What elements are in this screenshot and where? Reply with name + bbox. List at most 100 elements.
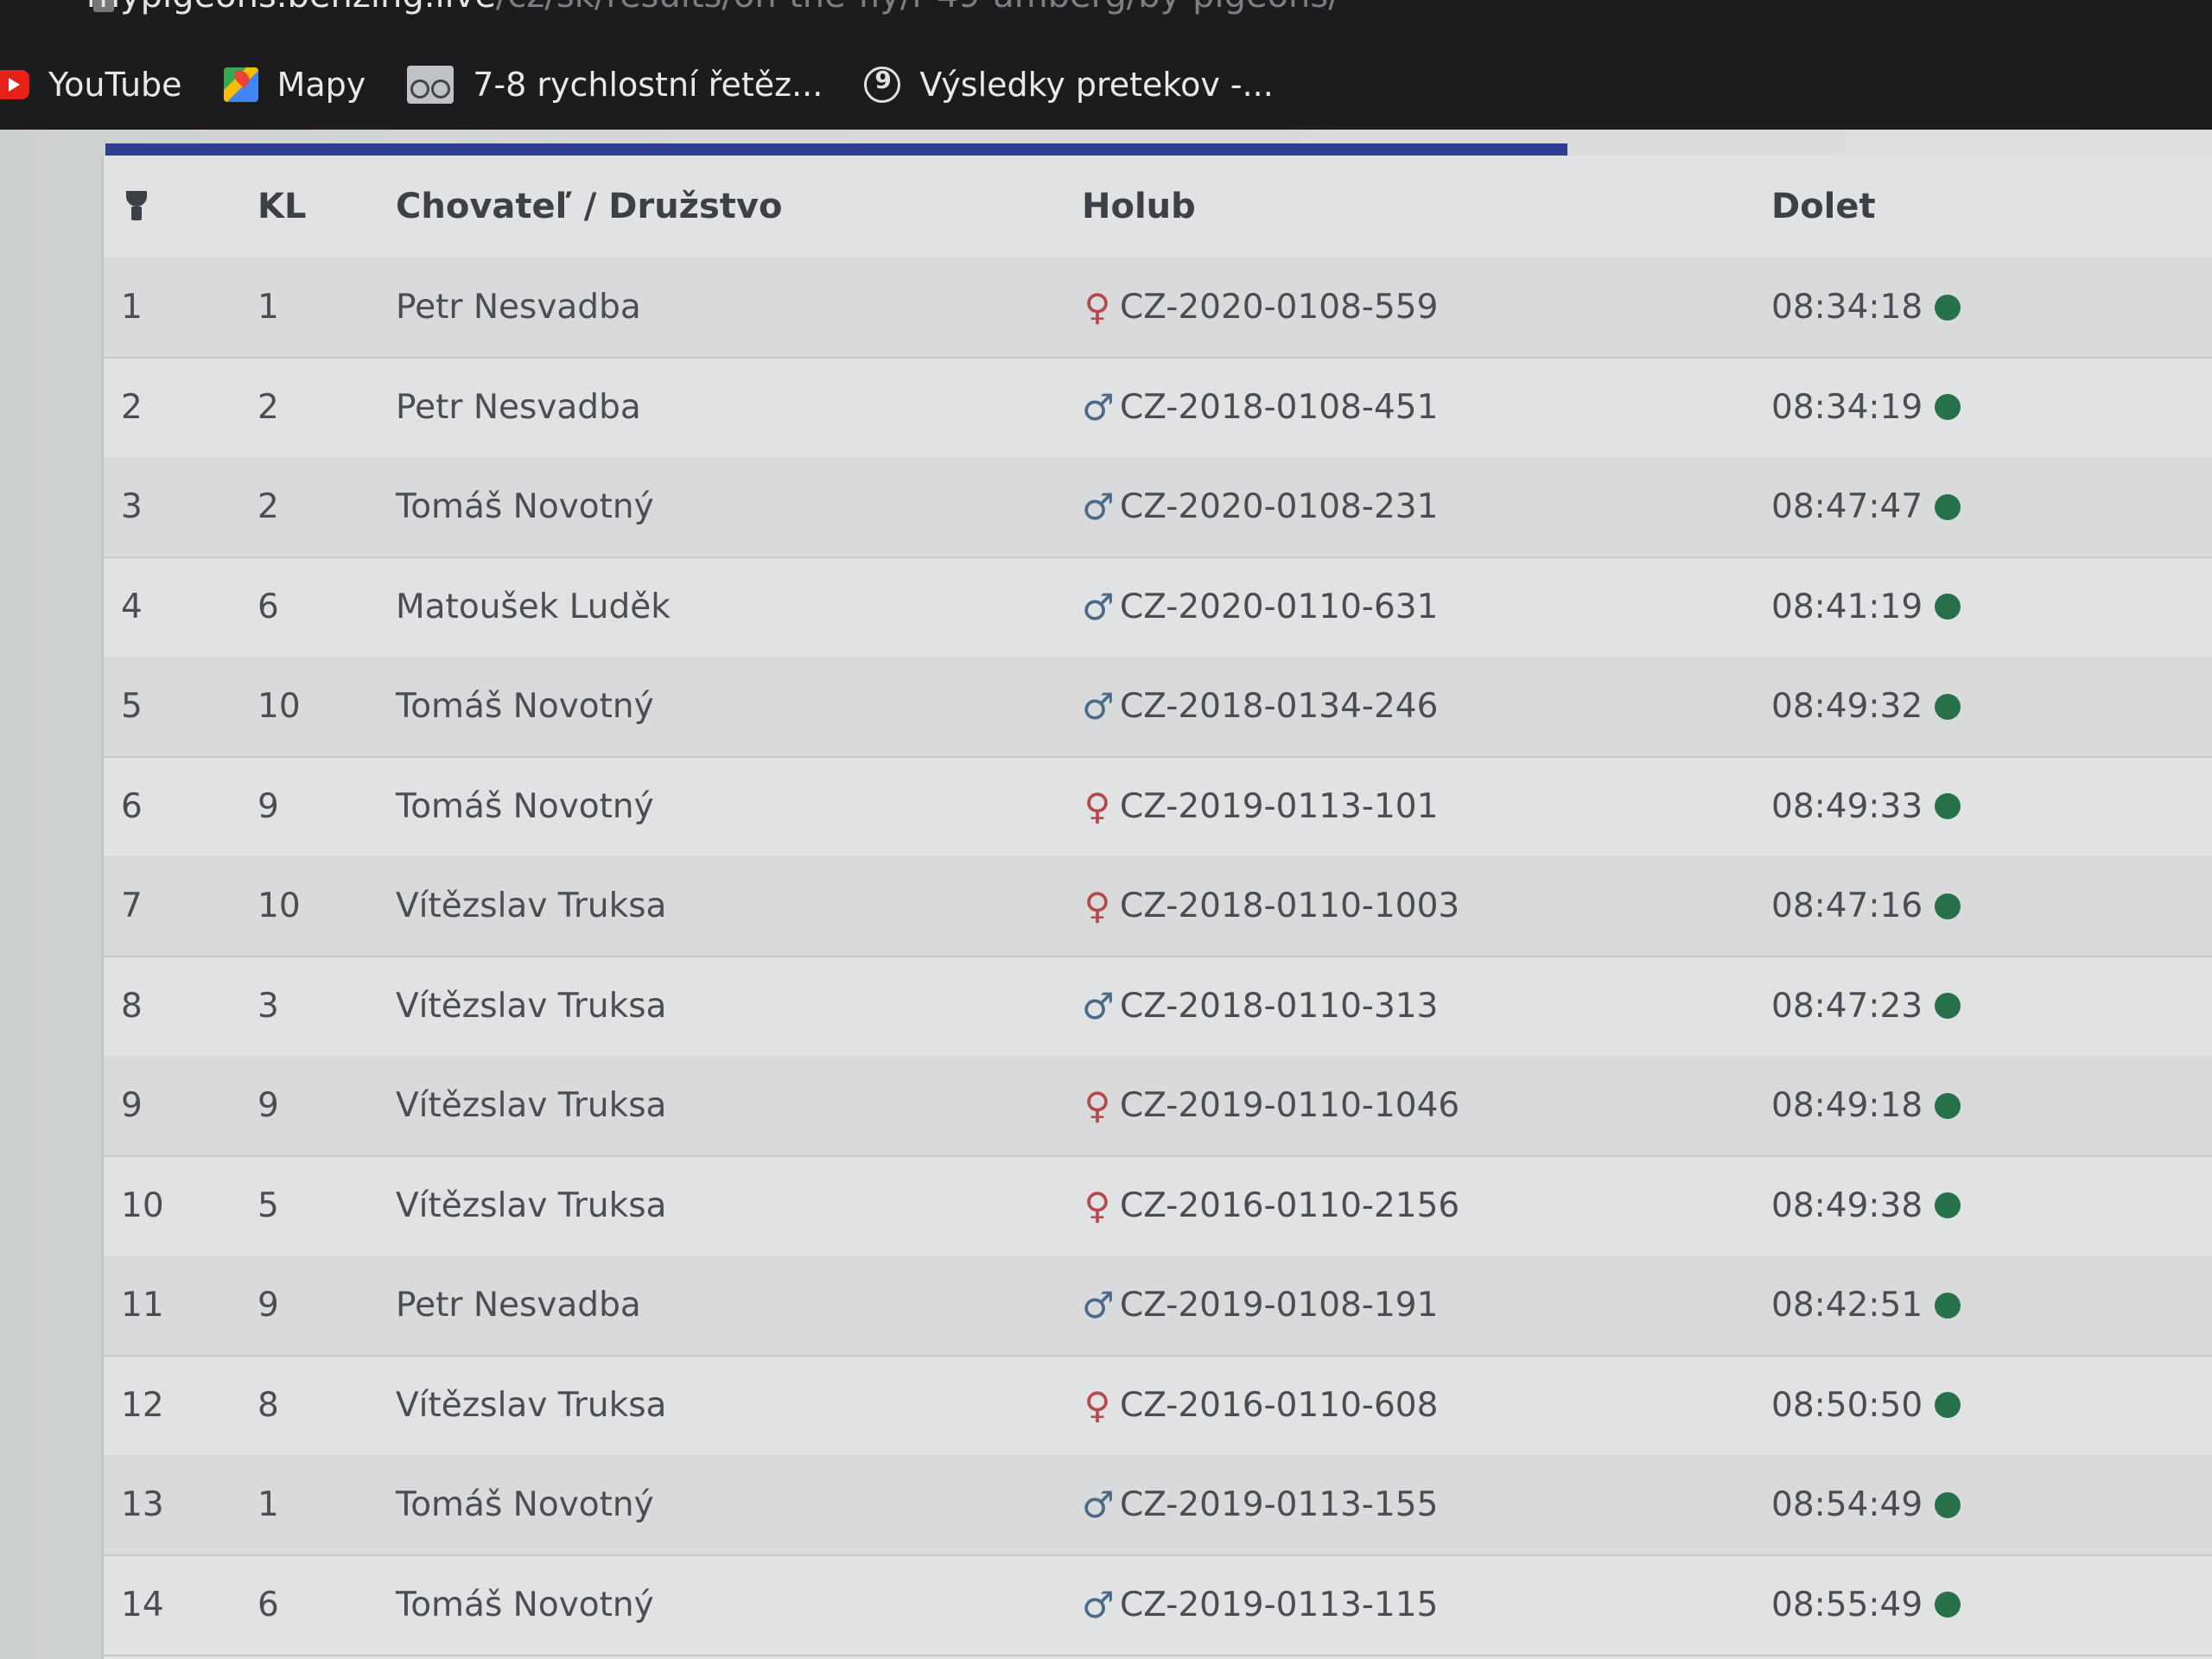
- pigeon-cell[interactable]: ♀ CZ-2019-0110-1046: [1082, 1056, 1460, 1155]
- arrival-time: 08:47:16: [1771, 887, 1923, 925]
- pigeon-cell[interactable]: ♂ CZ-2020-0108-231: [1082, 457, 1438, 556]
- header-rank[interactable]: [121, 156, 152, 257]
- table-row[interactable]: 2 2 Petr Nesvadba ♂ CZ-2018-0108-451 08:34:19: [104, 358, 2212, 459]
- breeder-cell[interactable]: Tomáš Novotný: [396, 1555, 654, 1655]
- arrival-cell: 08:49:33: [1771, 757, 1961, 856]
- rank-cell: 7: [121, 887, 143, 925]
- status-dot-icon: [1935, 993, 1961, 1019]
- table-row[interactable]: 7 10 Vítězslav Truksa ♀ CZ-2018-0110-1003 08:…: [104, 856, 2212, 957]
- kl-cell: 10: [257, 887, 301, 925]
- kl-cell: 10: [257, 687, 301, 726]
- pigeon-ring-number: CZ-2018-0110-313: [1120, 986, 1439, 1026]
- kl-cell: 1: [257, 1485, 279, 1524]
- breeder-cell[interactable]: Matoušek Luděk: [396, 557, 671, 657]
- pigeon-cell[interactable]: ♂ CZ-2019-0113-115: [1082, 1555, 1438, 1655]
- kl-cell: 2: [257, 387, 279, 427]
- table-row[interactable]: 5 10 Tomáš Novotný ♂ CZ-2018-0134-246 08:49:3…: [104, 657, 2212, 758]
- header-kl[interactable]: KL: [257, 156, 306, 257]
- browser-chrome: mypigeons.benzing.live/cz/sk/results/on-…: [0, 0, 2212, 145]
- bookmarks-bar: YouTube Mapy 7-8 rychlostní řetěz... Výs…: [0, 50, 2212, 119]
- bookmark-mapy[interactable]: Mapy: [223, 66, 365, 104]
- arrival-cell: 08:49:32: [1771, 657, 1961, 756]
- pigeon-cell[interactable]: ♂ CZ-2018-0108-451: [1082, 358, 1438, 457]
- arrival-time: 08:41:19: [1771, 587, 1923, 626]
- arrival-time: 08:55:49: [1771, 1585, 1923, 1624]
- table-row[interactable]: 11 9 Petr Nesvadba ♂ CZ-2019-0108-191 08:42:5…: [104, 1255, 2212, 1357]
- results-icon: [864, 66, 901, 103]
- table-row[interactable]: 13 1 Tomáš Novotný ♂ CZ-2019-0113-155 08:54:4…: [104, 1455, 2212, 1556]
- rank-cell: 12: [121, 1385, 164, 1425]
- pigeon-cell[interactable]: ♂ CZ-2019-0113-155: [1082, 1455, 1438, 1554]
- pigeon-ring-number: CZ-2019-0108-191: [1120, 1286, 1439, 1325]
- breeder-cell[interactable]: Tomáš Novotný: [396, 757, 654, 856]
- table-row[interactable]: 3 2 Tomáš Novotný ♂ CZ-2020-0108-231 08:47:47: [104, 457, 2212, 558]
- pigeon-cell[interactable]: ♂ CZ-2019-0108-191: [1082, 1255, 1438, 1355]
- pigeon-cell[interactable]: ♂ CZ-2018-0134-246: [1082, 657, 1438, 756]
- arrival-cell: 08:34:19: [1771, 358, 1961, 457]
- female-icon: ♀: [1084, 1383, 1111, 1427]
- rank-cell: 8: [121, 986, 143, 1026]
- breeder-cell[interactable]: Vítězslav Truksa: [396, 1156, 666, 1255]
- pigeon-cell[interactable]: ♀ CZ-2020-0108-559: [1082, 257, 1439, 357]
- breeder-cell[interactable]: Petr Nesvadba: [396, 1255, 641, 1355]
- arrival-cell: 08:47:23: [1771, 957, 1961, 1056]
- table-row[interactable]: 4 6 Matoušek Luděk ♂ CZ-2020-0110-631 08:41:1…: [104, 557, 2212, 658]
- breeder-cell[interactable]: Petr Nesvadba: [396, 358, 641, 457]
- male-icon: ♂: [1082, 1284, 1115, 1326]
- pigeon-cell[interactable]: ♀ CZ-2019-0113-101: [1082, 757, 1439, 856]
- table-row[interactable]: 9 9 Vítězslav Truksa ♀ CZ-2019-0110-1046 08:4…: [104, 1056, 2212, 1157]
- kl-cell: 9: [257, 1086, 279, 1125]
- bookmark-label: 7-8 rychlostní řetěz...: [473, 66, 823, 104]
- table-row[interactable]: 10 5 Vítězslav Truksa ♀ CZ-2016-0110-2156 08:…: [104, 1156, 2212, 1257]
- arrival-time: 08:54:49: [1771, 1485, 1923, 1524]
- rank-cell: 10: [121, 1185, 164, 1225]
- table-row[interactable]: 14 6 Tomáš Novotný ♂ CZ-2019-0113-115 08:55:4…: [104, 1555, 2212, 1656]
- table-row[interactable]: 12 8 Vítězslav Truksa ♀ CZ-2016-0110-608 08:5…: [104, 1356, 2212, 1457]
- breeder-cell[interactable]: Petr Nesvadba: [396, 257, 641, 357]
- table-row[interactable]: 1 1 Petr Nesvadba ♀ CZ-2020-0108-559 08:34:18: [104, 257, 2212, 359]
- male-icon: ♂: [1082, 585, 1115, 628]
- pigeon-cell[interactable]: ♀ CZ-2018-0110-1003: [1082, 856, 1460, 956]
- pigeon-cell[interactable]: ♀ CZ-2016-0110-2156: [1082, 1156, 1460, 1255]
- pigeon-ring-number: CZ-2018-0108-451: [1120, 387, 1439, 427]
- address-bar[interactable]: mypigeons.benzing.live/cz/sk/results/on-…: [86, 0, 1340, 21]
- pigeon-ring-number: CZ-2019-0113-155: [1120, 1485, 1439, 1524]
- breeder-cell[interactable]: Vítězslav Truksa: [396, 1056, 666, 1155]
- header-pigeon[interactable]: Holub: [1082, 156, 1196, 257]
- status-dot-icon: [1935, 893, 1961, 919]
- status-dot-icon: [1935, 493, 1961, 520]
- status-dot-icon: [1935, 394, 1961, 420]
- status-dot-icon: [1935, 793, 1961, 819]
- breeder-cell[interactable]: Vítězslav Truksa: [396, 856, 666, 956]
- status-dot-icon: [1935, 1592, 1961, 1618]
- bookmark-results[interactable]: Výsledky pretekov -...: [864, 66, 1274, 104]
- arrival-cell: 08:49:38: [1771, 1156, 1961, 1255]
- breeder-cell[interactable]: Tomáš Novotný: [396, 657, 654, 756]
- pigeon-cell[interactable]: ♂ CZ-2018-0110-313: [1082, 957, 1438, 1056]
- kl-cell: 1: [257, 288, 279, 327]
- arrival-time: 08:34:18: [1771, 288, 1923, 327]
- arrival-cell: 08:54:49: [1771, 1455, 1961, 1554]
- breeder-cell[interactable]: Vítězslav Truksa: [396, 957, 666, 1056]
- table-row[interactable]: 8 3 Vítězslav Truksa ♂ CZ-2018-0110-313 08:47…: [104, 957, 2212, 1058]
- results-page: KL Chovateľ / Družstvo Holub Dolet 1 1 Pet…: [0, 130, 2212, 1659]
- header-breeder[interactable]: Chovateľ / Družstvo: [396, 156, 782, 257]
- breeder-cell[interactable]: Vítězslav Truksa: [396, 1356, 666, 1455]
- pigeon-ring-number: CZ-2020-0110-631: [1120, 587, 1439, 626]
- table-row[interactable]: 6 9 Tomáš Novotný ♀ CZ-2019-0113-101 08:49:33: [104, 757, 2212, 858]
- kl-cell: 6: [257, 1585, 279, 1624]
- arrival-cell: 08:55:49: [1771, 1555, 1961, 1655]
- header-arrival[interactable]: Dolet: [1771, 156, 1876, 257]
- pigeon-cell[interactable]: ♂ CZ-2020-0110-631: [1082, 557, 1438, 657]
- arrival-time: 08:47:23: [1771, 986, 1923, 1026]
- status-dot-icon: [1935, 1491, 1961, 1518]
- status-dot-icon: [1935, 1292, 1961, 1319]
- bookmark-bike-chain[interactable]: 7-8 rychlostní řetěz...: [407, 66, 823, 104]
- female-icon: ♀: [1084, 286, 1111, 328]
- breeder-cell[interactable]: Tomáš Novotný: [396, 1455, 654, 1554]
- breeder-cell[interactable]: Tomáš Novotný: [396, 457, 654, 556]
- pigeon-cell[interactable]: ♀ CZ-2016-0110-608: [1082, 1356, 1439, 1455]
- male-icon: ♂: [1082, 984, 1115, 1027]
- bookmark-youtube[interactable]: YouTube: [0, 66, 182, 104]
- male-icon: ♂: [1082, 1484, 1115, 1526]
